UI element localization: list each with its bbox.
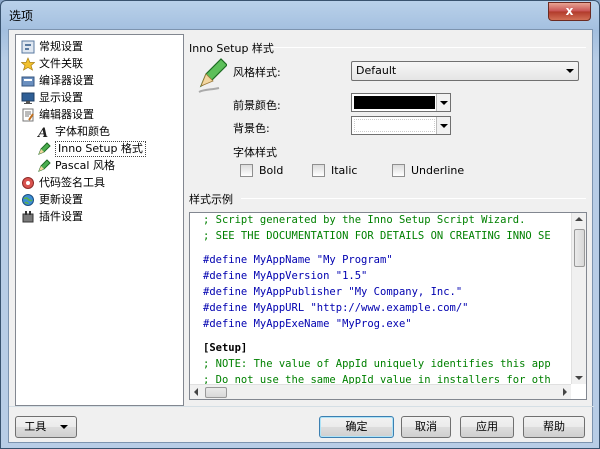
code-line: #define MyAppExeName "MyProg.exe"	[203, 318, 412, 330]
window-title: 选项	[9, 9, 34, 23]
tree-item-label: Pascal 风格	[55, 159, 115, 172]
scroll-left-icon[interactable]	[194, 388, 198, 396]
tree-item-label: 代码签名工具	[39, 176, 105, 189]
italic-label: Italic	[331, 164, 358, 177]
editor-icon	[20, 107, 36, 123]
options-window: 选项 x 常规设置 文件关联 编译器设置 显示设置 编辑器设置 A 字体和颜色 …	[0, 0, 600, 449]
ok-button[interactable]: 确定	[319, 416, 394, 438]
section-divider	[271, 47, 586, 48]
style-pencil-icon	[195, 56, 228, 101]
code-line: ; SEE THE DOCUMENTATION FOR DETAILS ON C…	[203, 230, 551, 242]
checkbox-box[interactable]	[392, 164, 405, 177]
chevron-down-icon	[59, 425, 68, 429]
tree-item-editor[interactable]: 编辑器设置	[20, 107, 94, 123]
close-button[interactable]: x	[548, 2, 591, 21]
preview-section-title: 样式示例	[189, 193, 233, 206]
tree-item-inno-setup-style[interactable]: Inno Setup 格式	[36, 141, 146, 157]
tools-menu-button[interactable]: 工具	[15, 416, 77, 438]
tree-item-code-signing[interactable]: 代码签名工具	[20, 175, 105, 191]
underline-label: Underline	[411, 164, 465, 177]
checkbox-box[interactable]	[312, 164, 325, 177]
svg-text:A: A	[37, 126, 48, 139]
underline-checkbox[interactable]: Underline	[392, 164, 464, 177]
tree-item-label: 插件设置	[39, 210, 83, 223]
chevron-down-icon[interactable]	[436, 94, 450, 111]
scroll-right-icon[interactable]	[563, 388, 567, 396]
pencil-icon	[36, 158, 52, 174]
tree-item-compiler[interactable]: 编译器设置	[20, 73, 94, 89]
code-line: #define MyAppVersion "1.5"	[203, 270, 368, 282]
tree-item-label: 字体和颜色	[55, 125, 110, 138]
settings-tree[interactable]: 常规设置 文件关联 编译器设置 显示设置 编辑器设置 A 字体和颜色 Inno …	[15, 34, 184, 406]
code-line: ; NOTE: The value of AppId uniquely iden…	[203, 358, 551, 370]
code-line: [Setup]	[203, 342, 248, 354]
tree-item-display[interactable]: 显示设置	[20, 90, 83, 106]
background-color-label: 背景色:	[233, 122, 270, 135]
pencil-icon	[36, 141, 52, 157]
style-select[interactable]: Default	[351, 61, 579, 81]
bold-label: Bold	[259, 164, 284, 177]
bold-checkbox[interactable]: Bold	[240, 164, 283, 177]
foreground-color-label: 前景颜色:	[233, 99, 281, 112]
tree-item-label: Inno Setup 格式	[55, 141, 146, 157]
tree-item-label: 文件关联	[39, 57, 83, 70]
scrollbar-thumb[interactable]	[205, 387, 227, 398]
tree-item-label: 常规设置	[39, 40, 83, 53]
dialog-body: 常规设置 文件关联 编译器设置 显示设置 编辑器设置 A 字体和颜色 Inno …	[8, 29, 594, 443]
style-section-title: Inno Setup 样式	[189, 42, 274, 55]
tree-item-file-assoc[interactable]: 文件关联	[20, 56, 83, 72]
background-color-swatch	[354, 119, 435, 132]
code-line: ; Script generated by the Inno Setup Scr…	[203, 214, 526, 226]
help-button[interactable]: 帮助	[523, 416, 585, 438]
tree-item-pascal-style[interactable]: Pascal 风格	[36, 158, 115, 174]
signing-icon	[20, 175, 36, 191]
scrollbar-thumb[interactable]	[574, 229, 585, 267]
italic-checkbox[interactable]: Italic	[312, 164, 357, 177]
scroll-up-icon[interactable]	[575, 217, 583, 221]
compiler-icon	[20, 73, 36, 89]
tree-item-plugins[interactable]: 插件设置	[20, 209, 83, 225]
checkbox-box[interactable]	[240, 164, 253, 177]
style-preview-editor[interactable]: ; Script generated by the Inno Setup Scr…	[189, 212, 587, 400]
code-line: #define MyAppURL "http://www.example.com…	[203, 302, 469, 314]
code-line: #define MyAppPublisher "My Company, Inc.…	[203, 286, 463, 298]
monitor-icon	[20, 90, 36, 106]
style-select-value: Default	[356, 64, 397, 77]
font-style-label: 字体样式	[233, 146, 277, 159]
tree-item-general[interactable]: 常规设置	[20, 39, 83, 55]
vertical-scrollbar[interactable]	[571, 213, 586, 384]
code-line: #define MyAppName "My Program"	[203, 254, 393, 266]
style-label: 风格样式:	[233, 66, 281, 79]
tree-item-label: 更新设置	[39, 193, 83, 206]
apply-button[interactable]: 应用	[460, 416, 514, 438]
tree-item-fonts-colors[interactable]: A 字体和颜色	[36, 124, 110, 140]
cancel-button[interactable]: 取消	[401, 416, 451, 438]
horizontal-scrollbar[interactable]	[190, 384, 571, 399]
title-bar[interactable]: 选项 x	[1, 1, 599, 29]
chevron-down-icon	[566, 69, 574, 73]
plugin-icon	[20, 209, 36, 225]
scroll-down-icon[interactable]	[575, 376, 583, 380]
foreground-color-picker[interactable]	[351, 93, 451, 112]
globe-icon	[20, 192, 36, 208]
background-color-picker[interactable]	[351, 116, 451, 135]
font-icon: A	[36, 124, 52, 140]
foreground-color-swatch	[354, 96, 435, 109]
chevron-down-icon[interactable]	[436, 117, 450, 134]
star-icon	[20, 56, 36, 72]
tree-item-update[interactable]: 更新设置	[20, 192, 83, 208]
section-divider	[241, 198, 586, 199]
tree-item-label: 编译器设置	[39, 74, 94, 87]
tools-button-label: 工具	[24, 420, 47, 433]
tree-item-label: 显示设置	[39, 91, 83, 104]
general-settings-icon	[20, 39, 36, 55]
footer-divider	[9, 406, 594, 407]
tree-item-label: 编辑器设置	[39, 108, 94, 121]
